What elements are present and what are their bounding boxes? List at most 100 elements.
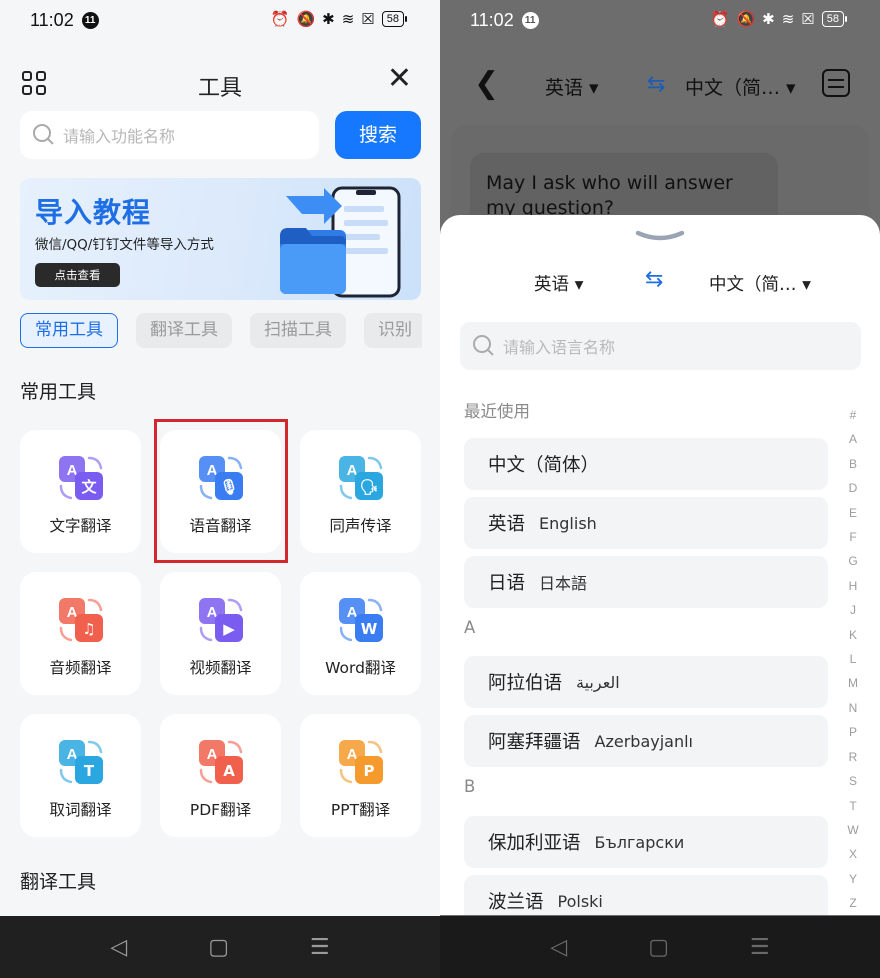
tool-label: 语音翻译 bbox=[189, 517, 252, 535]
alphabet-letter[interactable]: L bbox=[850, 647, 857, 671]
alphabet-letter[interactable]: R bbox=[849, 745, 858, 769]
language-item[interactable]: 波兰语 Polski bbox=[464, 875, 828, 915]
header-swap-icon[interactable]: ⇆ bbox=[647, 72, 665, 97]
status-time: 11:02 bbox=[30, 9, 74, 30]
tool-card[interactable]: A A PDF翻译 bbox=[160, 714, 281, 837]
language-name: 阿拉伯语 bbox=[488, 673, 563, 694]
alphabet-letter[interactable]: Z bbox=[849, 891, 856, 915]
search-button[interactable]: 搜索 bbox=[335, 111, 421, 159]
nav-recents-icon[interactable]: ☰ bbox=[310, 935, 330, 960]
nav-back-icon[interactable]: ◁ bbox=[550, 935, 567, 960]
voice-translate-icon: A🎙 bbox=[198, 456, 243, 500]
group-b-label: B bbox=[464, 777, 476, 796]
wifi-icon: ≋ bbox=[781, 11, 795, 28]
tool-card[interactable]: A W Word翻译 bbox=[300, 572, 421, 695]
nav-recents-icon[interactable]: ☰ bbox=[750, 935, 770, 960]
status-icons: ⏰ 🔕 ✱ ≋ ☒ 58 bbox=[711, 10, 848, 28]
alphabet-letter[interactable]: N bbox=[849, 696, 858, 720]
header-source-lang[interactable]: 英语 ▾ bbox=[545, 73, 599, 100]
back-icon[interactable]: ❮ bbox=[474, 66, 499, 101]
language-name: 阿塞拜疆语 bbox=[488, 732, 581, 753]
sheet-source-lang[interactable]: 英语 ▾ bbox=[534, 271, 583, 296]
tool-label: PPT翻译 bbox=[330, 801, 391, 819]
language-item[interactable]: 阿拉伯语 العربية bbox=[464, 656, 828, 708]
close-icon[interactable]: ✕ bbox=[387, 64, 412, 94]
status-bar: 11:02 11 ⏰ 🔕 ✱ ≋ ☒ 58 bbox=[0, 0, 440, 40]
search-input[interactable]: 请输入功能名称 bbox=[20, 111, 319, 159]
bluetooth-icon: ✱ bbox=[322, 11, 335, 28]
alphabet-letter[interactable]: J bbox=[850, 598, 856, 622]
tool-card[interactable]: A T 取词翻译 bbox=[20, 714, 141, 837]
tool-card[interactable]: A ▶ 视频翻译 bbox=[160, 572, 281, 695]
tool-label: 视频翻译 bbox=[189, 659, 252, 677]
status-time: 11:02 bbox=[470, 9, 514, 30]
alphabet-letter[interactable]: P bbox=[849, 720, 857, 744]
language-name: 波兰语 bbox=[488, 892, 544, 913]
video-translate-icon: A▶ bbox=[198, 598, 243, 642]
tool-label: 文字翻译 bbox=[49, 517, 112, 535]
nav-home-icon[interactable]: ▢ bbox=[648, 935, 669, 960]
language-search-input[interactable]: 请输入语言名称 bbox=[460, 322, 861, 370]
language-native-name: English bbox=[539, 513, 597, 533]
language-item[interactable]: 中文（简体） bbox=[464, 438, 828, 490]
ppt-translate-icon: AP bbox=[338, 740, 383, 784]
alphabet-letter[interactable]: E bbox=[849, 501, 857, 525]
import-tutorial-banner[interactable]: 导入教程 微信/QQ/钉钉文件等导入方式 点击查看 bbox=[20, 178, 421, 300]
alphabet-letter[interactable]: Y bbox=[849, 867, 857, 891]
simultaneous-interpret-icon: A🗣 bbox=[338, 456, 383, 500]
translate-header: ❮ 英语 ▾ ⇆ 中文（简… ▾ bbox=[440, 60, 880, 110]
alphabet-letter[interactable]: X bbox=[849, 842, 857, 866]
alphabet-letter[interactable]: S bbox=[849, 769, 857, 793]
tool-card[interactable]: A 🗣 同声传译 bbox=[300, 430, 421, 553]
tab-common-tools[interactable]: 常用工具 bbox=[20, 313, 118, 348]
tool-label: 音频翻译 bbox=[49, 659, 112, 677]
sheet-collapse-handle[interactable] bbox=[634, 229, 686, 243]
sim-off-icon: ☒ bbox=[361, 11, 375, 28]
alphabet-index[interactable]: # A B D E F G H J K L M N P R S T W X Y Z bbox=[846, 403, 860, 915]
language-native-name: Azerbayjanlı bbox=[594, 731, 693, 751]
alphabet-letter[interactable]: # bbox=[850, 403, 857, 427]
svg-text:T: T bbox=[83, 762, 94, 780]
alphabet-letter[interactable]: M bbox=[848, 671, 858, 695]
language-native-name: 日本語 bbox=[539, 574, 588, 593]
tool-card[interactable]: A P PPT翻译 bbox=[300, 714, 421, 837]
tab-recognize-tools[interactable]: 识别 bbox=[364, 313, 422, 348]
alarm-icon: ⏰ bbox=[270, 11, 290, 28]
tab-translate-tools[interactable]: 翻译工具 bbox=[136, 313, 232, 348]
alphabet-letter[interactable]: G bbox=[848, 549, 857, 573]
language-item[interactable]: 保加利亚语 Български bbox=[464, 816, 828, 868]
language-item[interactable]: 英语 English bbox=[464, 497, 828, 549]
battery-icon: 58 bbox=[381, 11, 408, 27]
alphabet-letter[interactable]: K bbox=[849, 623, 857, 647]
tab-scan-tools[interactable]: 扫描工具 bbox=[250, 313, 346, 348]
mute-icon: 🔕 bbox=[736, 11, 756, 28]
svg-text:A: A bbox=[223, 762, 235, 780]
sheet-target-lang[interactable]: 中文（简… ▾ bbox=[709, 271, 811, 296]
tool-card[interactable]: A 文文字翻译 bbox=[20, 430, 141, 553]
tool-card[interactable]: A 🎙 语音翻译 bbox=[160, 430, 281, 553]
header-target-lang[interactable]: 中文（简… ▾ bbox=[685, 73, 796, 100]
nav-home-icon[interactable]: ▢ bbox=[208, 935, 229, 960]
settings-icon[interactable] bbox=[822, 69, 850, 97]
tool-card[interactable]: A ♫ 音频翻译 bbox=[20, 572, 141, 695]
alphabet-letter[interactable]: H bbox=[849, 574, 858, 598]
pdf-translate-icon: AA bbox=[198, 740, 243, 784]
svg-text:W: W bbox=[360, 620, 377, 638]
banner-view-button[interactable]: 点击查看 bbox=[35, 263, 120, 287]
language-item[interactable]: 阿塞拜疆语 Azerbayjanlı bbox=[464, 715, 828, 767]
wifi-icon: ≋ bbox=[341, 11, 355, 28]
language-sheet: 英语 ▾ ⇆ 中文（简… ▾ 请输入语言名称 最近使用 中文（简体） 英语 Engl… bbox=[440, 215, 880, 915]
alphabet-letter[interactable]: W bbox=[847, 818, 858, 842]
alphabet-letter[interactable]: A bbox=[849, 427, 857, 451]
alphabet-letter[interactable]: T bbox=[849, 794, 856, 818]
search-icon bbox=[473, 335, 495, 357]
sheet-swap-icon[interactable]: ⇆ bbox=[645, 267, 663, 292]
alphabet-letter[interactable]: D bbox=[849, 476, 858, 500]
recent-section-label: 最近使用 bbox=[464, 402, 530, 421]
alphabet-letter[interactable]: B bbox=[849, 452, 857, 476]
language-item[interactable]: 日语 日本語 bbox=[464, 556, 828, 608]
bluetooth-icon: ✱ bbox=[762, 11, 775, 28]
tool-label: PDF翻译 bbox=[189, 801, 252, 819]
alphabet-letter[interactable]: F bbox=[849, 525, 856, 549]
nav-back-icon[interactable]: ◁ bbox=[110, 935, 127, 960]
